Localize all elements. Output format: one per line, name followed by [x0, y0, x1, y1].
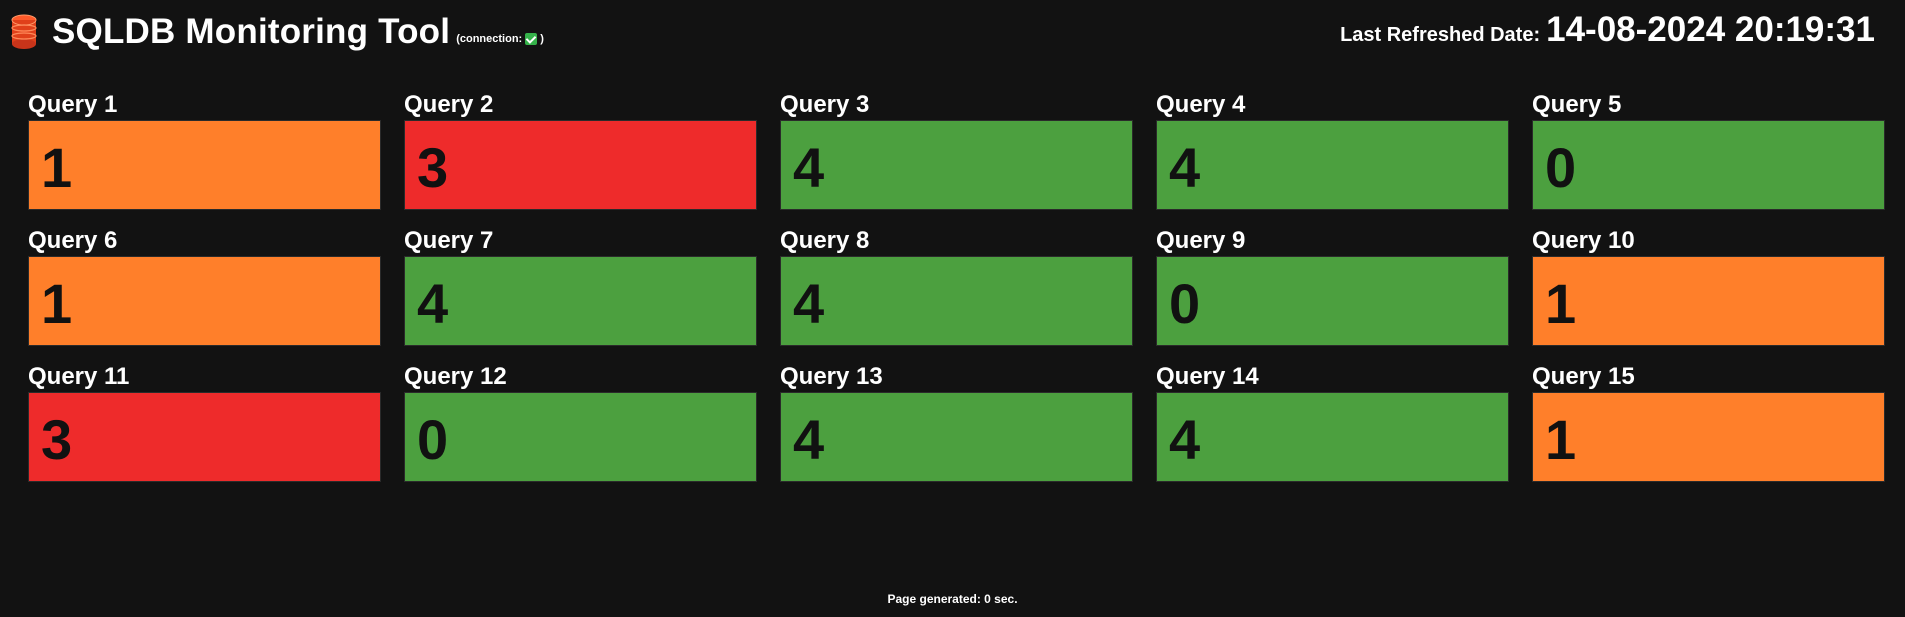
- last-refreshed: Last Refreshed Date: 14-08-2024 20:19:31: [1340, 10, 1875, 50]
- query-tile-value: 4: [793, 136, 825, 199]
- query-grid: Query 1 1 Query 2 3 Query 3 4 Query 4 4 Query 50…: [28, 90, 1885, 482]
- connection-label: (connection:: [456, 33, 523, 45]
- connection-close: ): [540, 33, 544, 45]
- query-tile-title: Query 12: [404, 363, 507, 390]
- header: SQLDB Monitoring Tool (connection: ) Las…: [0, 0, 1905, 62]
- database-icon: [11, 14, 37, 49]
- query-tile-box: 4: [780, 256, 1133, 346]
- query-tile-box: 4: [404, 256, 757, 346]
- query-tile-value: 3: [41, 408, 73, 471]
- query-tile-box: 1: [28, 256, 381, 346]
- query-tile-value: 0: [1169, 272, 1201, 335]
- query-tile-box: 0: [1156, 256, 1509, 346]
- query-tile-title: Query 3: [780, 91, 870, 118]
- query-tile-title: Query 5: [1532, 91, 1622, 118]
- query-tile-title: Query 2: [404, 91, 494, 118]
- query-tile-value: 1: [1545, 272, 1577, 335]
- query-tile: Query 2 3: [404, 90, 757, 210]
- query-tile-box: 0: [404, 392, 757, 482]
- query-tile: Query 6 1: [28, 226, 381, 346]
- last-refreshed-value: 14-08-2024 20:19:31: [1546, 10, 1875, 49]
- query-tile-title: Query 7: [404, 227, 494, 254]
- page-generated-footer: Page generated: 0 sec.: [887, 592, 1018, 606]
- query-tile-value: 4: [1169, 408, 1201, 471]
- app-title: SQLDB Monitoring Tool: [52, 12, 451, 51]
- query-tile: Query 10 1: [1532, 226, 1885, 346]
- query-tile: Query 7 4: [404, 226, 757, 346]
- query-tile-box: 1: [28, 120, 381, 210]
- query-tile-title: Query 4: [1156, 91, 1246, 118]
- check-icon: [525, 33, 538, 45]
- query-tile: Query 4 4: [1156, 90, 1509, 210]
- query-tile-box: 4: [780, 120, 1133, 210]
- query-tile-title: Query 1: [28, 91, 118, 118]
- query-tile-title: Query 9: [1156, 227, 1246, 254]
- query-tile-box: 4: [780, 392, 1133, 482]
- query-tile-value: 4: [793, 272, 825, 335]
- query-tile-value: 3: [417, 136, 449, 199]
- query-tile-value: 4: [793, 408, 825, 471]
- last-refreshed-label: Last Refreshed Date:: [1340, 24, 1541, 46]
- query-tile-value: 1: [1545, 408, 1577, 471]
- query-tile-box: 1: [1532, 392, 1885, 482]
- query-tile: Query 9 0: [1156, 226, 1509, 346]
- query-tile-box: 3: [404, 120, 757, 210]
- query-tile-title: Query 15: [1532, 363, 1635, 390]
- query-tile: Query 8 4: [780, 226, 1133, 346]
- query-tile-box: 1: [1532, 256, 1885, 346]
- query-tile-value: 4: [417, 272, 449, 335]
- query-tile: Query 5 0: [1532, 90, 1885, 210]
- connection-status: (connection: ): [456, 33, 544, 45]
- monitoring-page: SQLDB Monitoring Tool (connection: ) Las…: [0, 0, 1905, 617]
- query-tile-value: 1: [41, 136, 73, 199]
- query-tile-title: Query 13: [780, 363, 883, 390]
- query-tile-value: 0: [417, 408, 449, 471]
- query-tile-value: 4: [1169, 136, 1201, 199]
- query-tile-title: Query 8: [780, 227, 870, 254]
- query-tile-title: Query 14: [1156, 363, 1259, 390]
- query-tile-box: 4: [1156, 120, 1509, 210]
- query-tile: Query 3 4: [780, 90, 1133, 210]
- query-tile-title: Query 6: [28, 227, 118, 254]
- query-tile-title: Query 11: [28, 363, 130, 390]
- brand: SQLDB Monitoring Tool (connection: ): [10, 12, 544, 52]
- query-tile: Query 12 0: [404, 362, 757, 482]
- query-tile: Query 11 3: [28, 362, 381, 482]
- query-tile-value: 1: [41, 272, 73, 335]
- query-tile: Query 1 1: [28, 90, 381, 210]
- query-tile-title: Query 10: [1532, 227, 1635, 254]
- query-tile-box: 3: [28, 392, 381, 482]
- query-tile-value: 0: [1545, 136, 1577, 199]
- query-tile: Query 15 1: [1532, 362, 1885, 482]
- query-tile-box: 0: [1532, 120, 1885, 210]
- query-tile-box: 4: [1156, 392, 1509, 482]
- query-tile: Query 14 4: [1156, 362, 1509, 482]
- query-tile: Query 13 4: [780, 362, 1133, 482]
